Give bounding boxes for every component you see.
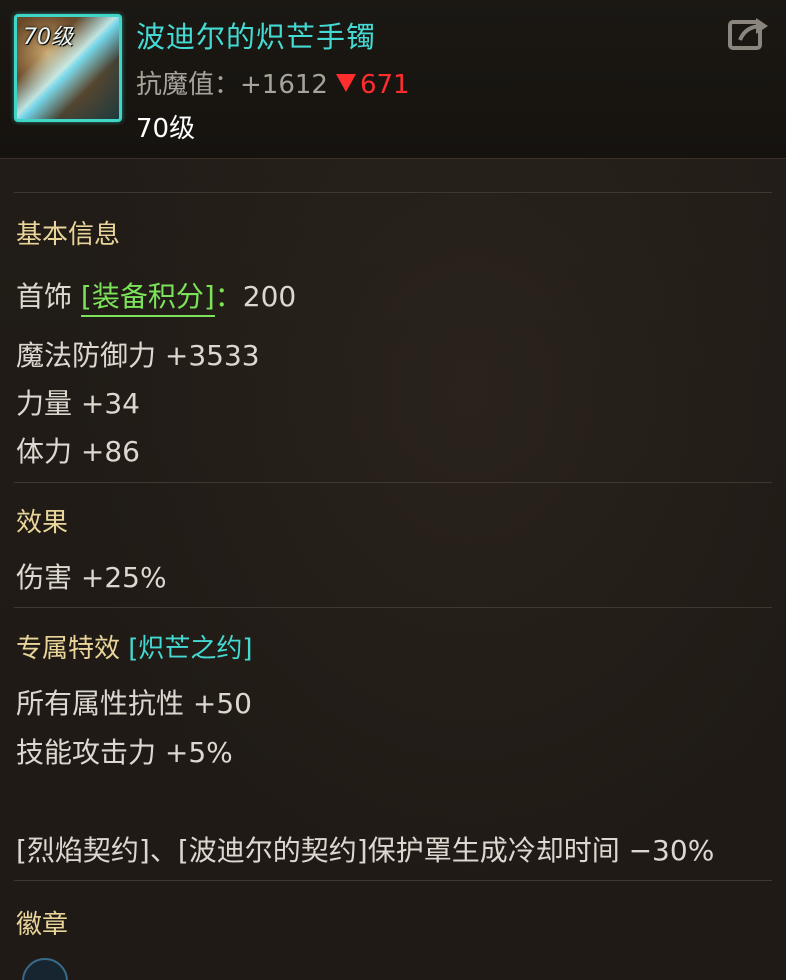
section-title-emblem: 徽章 <box>16 910 69 940</box>
divider <box>14 482 772 483</box>
stat-magic-defense: 魔法防御力 +3533 <box>16 339 260 372</box>
special-shield-cooldown: [烈焰契约]、[波迪尔的契约]保护罩生成冷却时间 −30% <box>16 834 715 867</box>
special-label: 专属特效 <box>16 634 121 664</box>
effect-damage: 伤害 +25% <box>16 561 167 594</box>
slot-label: 首饰 <box>16 280 73 313</box>
divider <box>14 880 772 881</box>
emblem-slot-icon <box>22 958 68 980</box>
magic-resist-diff: 671 <box>359 70 410 100</box>
section-title-effect: 效果 <box>16 508 69 538</box>
down-arrow-icon <box>335 74 356 92</box>
item-level: 70级 <box>136 114 196 144</box>
special-skill-attack: 技能攻击力 +5% <box>16 736 233 769</box>
equip-score-link[interactable]: [装备积分] <box>80 280 215 317</box>
special-effect-name: [炽芒之约] <box>128 634 253 664</box>
magic-resist-value: +1612 <box>240 70 328 100</box>
divider <box>14 607 772 608</box>
share-button[interactable] <box>726 14 772 52</box>
stat-vitality: 体力 +86 <box>16 435 140 468</box>
divider <box>14 192 772 193</box>
score-colon: ： <box>214 280 243 313</box>
equip-score-value: 200 <box>242 280 297 313</box>
share-icon <box>728 18 768 50</box>
magic-resist-label: 抗魔值： <box>136 70 241 100</box>
stat-strength: 力量 +34 <box>16 387 140 420</box>
magic-resist-row: 抗魔值：+1612 671 <box>136 64 410 101</box>
tooltip-header: 70级 波迪尔的炽芒手镯 抗魔值：+1612 671 70级 <box>0 0 786 159</box>
equip-score-row: 首饰 [装备积分]：200 <box>16 275 297 317</box>
section-title-basic: 基本信息 <box>16 220 121 250</box>
item-name: 波迪尔的炽芒手镯 <box>136 20 377 54</box>
icon-level-label: 70级 <box>23 25 73 50</box>
special-all-resist: 所有属性抗性 +50 <box>16 687 252 720</box>
section-title-special: 专属特效 [炽芒之约] <box>16 628 253 665</box>
item-tooltip: 70级 波迪尔的炽芒手镯 抗魔值：+1612 671 70级 基本信息 首饰 [装… <box>0 0 786 980</box>
bracelet-item-icon: 70级 <box>14 14 122 122</box>
